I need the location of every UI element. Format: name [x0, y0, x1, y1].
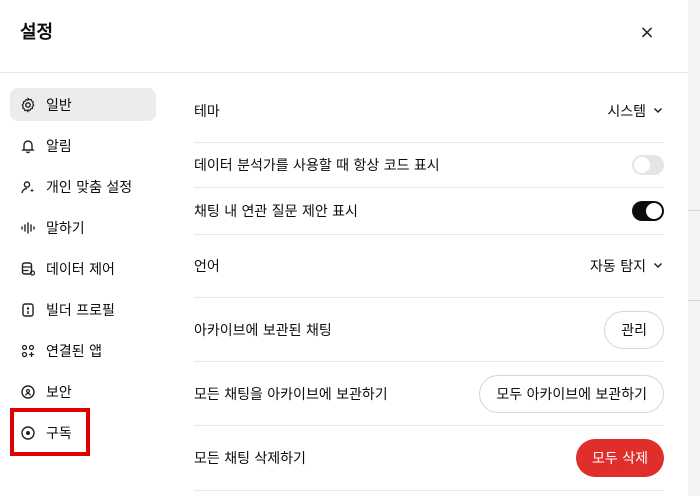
gear-icon: [20, 96, 36, 113]
archived-chats-row: 아카이브에 보관된 채팅 관리: [194, 298, 664, 362]
close-icon[interactable]: ×: [634, 20, 660, 46]
delete-all-button[interactable]: 모두 삭제: [576, 439, 664, 477]
theme-select[interactable]: 시스템: [607, 101, 664, 121]
waveform-icon: [20, 220, 36, 236]
sidebar-item-general[interactable]: 일반: [10, 88, 156, 121]
language-select[interactable]: 자동 탐지: [590, 256, 664, 276]
modal-header: 설정 ×: [0, 0, 688, 73]
sidebar-item-label: 구독: [46, 425, 72, 442]
code-display-toggle[interactable]: [632, 155, 664, 175]
sidebar-item-label: 개인 맞춤 설정: [46, 179, 133, 196]
code-display-label: 데이터 분석가를 사용할 때 항상 코드 표시: [194, 158, 440, 174]
sidebar-item-label: 알림: [46, 138, 72, 155]
sidebar-item-connected-apps[interactable]: 연결된 앱: [10, 334, 156, 367]
follow-up-toggle[interactable]: [632, 201, 664, 221]
sidebar-item-label: 일반: [46, 97, 72, 114]
delete-all-row: 모든 채팅 삭제하기 모두 삭제: [194, 426, 664, 491]
settings-modal: 설정 × 일반 알림 개인 맞춤 설정 말하기 데이터 제어 빌더 프로필 연결…: [0, 0, 689, 496]
shield-lock-icon: [20, 384, 36, 400]
sidebar-item-label: 연결된 앱: [46, 343, 102, 360]
delete-all-label: 모든 채팅 삭제하기: [194, 451, 306, 467]
subscription-icon: [20, 425, 36, 441]
sidebar-item-data-controls[interactable]: 데이터 제어: [10, 252, 156, 285]
code-display-row: 데이터 분석가를 사용할 때 항상 코드 표시: [194, 143, 664, 188]
archived-chats-label: 아카이브에 보관된 채팅: [194, 322, 332, 339]
database-icon: [20, 261, 36, 277]
sidebar-item-label: 빌더 프로필: [46, 302, 115, 319]
sidebar-item-subscription[interactable]: 구독: [10, 416, 156, 449]
follow-up-label: 채팅 내 연관 질문 제안 표시: [194, 204, 358, 220]
theme-value: 시스템: [607, 104, 646, 120]
archive-all-row: 모든 채팅을 아카이브에 보관하기 모두 아카이브에 보관하기: [194, 362, 664, 426]
chevron-down-icon: [652, 259, 664, 274]
language-value: 자동 탐지: [590, 259, 646, 275]
person-sparkle-icon: [20, 179, 36, 195]
language-label: 언어: [194, 259, 220, 275]
sidebar-item-security[interactable]: 보안: [10, 375, 156, 408]
theme-row: 테마 시스템: [194, 80, 664, 143]
manage-archived-button[interactable]: 관리: [604, 310, 664, 349]
sidebar-item-label: 보안: [46, 384, 72, 401]
id-card-icon: [20, 302, 36, 318]
divider: [688, 210, 700, 211]
bell-icon: [20, 138, 36, 154]
archive-all-label: 모든 채팅을 아카이브에 보관하기: [194, 386, 388, 403]
sidebar-item-label: 말하기: [46, 220, 85, 237]
toggle-knob: [634, 157, 650, 173]
sidebar-item-personalization[interactable]: 개인 맞춤 설정: [10, 170, 156, 203]
sidebar-item-notifications[interactable]: 알림: [10, 129, 156, 162]
settings-content: 테마 시스템 데이터 분석가를 사용할 때 항상 코드 표시 채팅 내 연관 질…: [194, 80, 664, 491]
divider: [688, 300, 700, 301]
modal-title: 설정: [20, 22, 54, 43]
sidebar-item-speech[interactable]: 말하기: [10, 211, 156, 244]
sidebar-item-label: 데이터 제어: [46, 261, 115, 278]
follow-up-row: 채팅 내 연관 질문 제안 표시: [194, 188, 664, 235]
sidebar-item-builder-profile[interactable]: 빌더 프로필: [10, 293, 156, 326]
apps-icon: [20, 343, 36, 359]
language-row: 언어 자동 탐지: [194, 235, 664, 298]
theme-label: 테마: [194, 104, 220, 120]
settings-sidebar: 일반 알림 개인 맞춤 설정 말하기 데이터 제어 빌더 프로필 연결된 앱 보…: [10, 88, 156, 457]
toggle-knob: [646, 203, 662, 219]
archive-all-button[interactable]: 모두 아카이브에 보관하기: [479, 374, 664, 413]
background-edge: [688, 0, 700, 496]
chevron-down-icon: [652, 104, 664, 119]
